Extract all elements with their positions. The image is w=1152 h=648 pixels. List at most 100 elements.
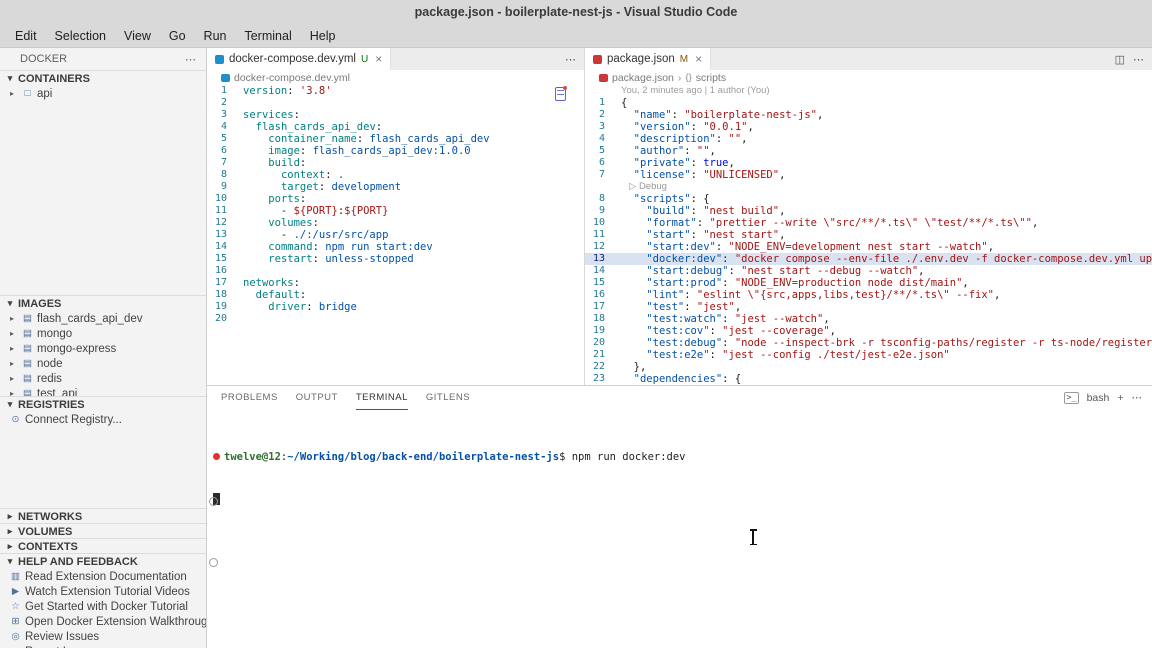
section-containers[interactable]: ▾ CONTAINERS [0,70,206,86]
bottom-panel: PROBLEMS OUTPUT TERMINAL GITLENS >_ bash + … [207,385,1152,648]
section-help-and-feedback[interactable]: ▾ HELP AND FEEDBACK [0,553,206,569]
add-terminal-icon[interactable]: + [1117,392,1123,404]
sidebar-item-report-issue[interactable]: ◈Report Issue [0,644,206,648]
sidebar-item-test-api[interactable]: ▸ ▤ test_api [0,386,206,397]
section-networks[interactable]: ▸ NETWORKS [0,508,206,523]
code-line-16[interactable]: 16 "lint": "eslint \"{src,apps,libs,test… [585,289,1152,301]
section-contexts[interactable]: ▸ CONTEXTS [0,538,206,553]
code-line-6[interactable]: 6 "private": true, [585,157,1152,169]
code-line-22[interactable]: 22 }, [585,361,1152,373]
panel-tab-terminal[interactable]: TERMINAL [355,386,408,410]
breadcrumb-file[interactable]: docker-compose.dev.yml [234,72,350,84]
code-line-12[interactable]: 12 "start:dev": "NODE_ENV=development ne… [585,241,1152,253]
section-images[interactable]: ▾ IMAGES [0,295,206,311]
sidebar-item-api[interactable]: ▸ □ api [0,86,206,101]
more-icon[interactable]: ⋯ [185,53,196,66]
code-line-18[interactable]: 18 default: [207,289,584,301]
sidebar-item-flash-cards-api-dev[interactable]: ▸ ▤ flash_cards_api_dev [0,311,206,326]
code-line-20[interactable]: 20 "test:debug": "node --inspect-brk -r … [585,337,1152,349]
sidebar-item-get-started-with-docker-tutorial[interactable]: ☆ Get Started with Docker Tutorial [0,599,206,614]
menu-help[interactable]: Help [301,24,345,47]
code-line-4[interactable]: 4 flash_cards_api_dev: [207,121,584,133]
panel-tab-output[interactable]: OUTPUT [296,386,338,410]
code-line-11[interactable]: 11 "start": "nest start", [585,229,1152,241]
editor-right-code[interactable]: You, 2 minutes ago | 1 author (You) 1{2 "… [585,85,1152,385]
split-editor-icon[interactable]: ◫ [1115,53,1125,66]
code-line-13[interactable]: 13 - ./:/usr/src/app [207,229,584,241]
code-line-3[interactable]: 3 services: [207,109,584,121]
code-line-8[interactable]: 8 context: . [207,169,584,181]
menu-run[interactable]: Run [195,24,236,47]
code-line-15[interactable]: 15 "start:prod": "NODE_ENV=production no… [585,277,1152,289]
breadcrumb-file[interactable]: package.json [612,72,674,84]
code-line-16[interactable]: 16 [207,265,584,277]
more-icon[interactable]: ⋯ [1132,392,1143,404]
section-registries[interactable]: ▾ REGISTRIES [0,396,206,412]
editor-decoration-icon [555,86,567,101]
section-volumes[interactable]: ▸ VOLUMES [0,523,206,538]
code-line-2[interactable]: 2 "name": "boilerplate-nest-js", [585,109,1152,121]
code-line-12[interactable]: 12 volumes: [207,217,584,229]
code-line-11[interactable]: 11 - ${PORT}:${PORT} [207,205,584,217]
code-line-21[interactable]: 21 "test:e2e": "jest --config ./test/jes… [585,349,1152,361]
code-line-1[interactable]: 1 version: '3.8' [207,85,584,97]
editor-left-code[interactable]: 1 version: '3.8' 2 3 services: 4 flash_cards_… [207,85,584,385]
code-line-10[interactable]: 10 "format": "prettier --write \"src/**/… [585,217,1152,229]
menu-edit[interactable]: Edit [6,24,46,47]
sidebar-item-node[interactable]: ▸ ▤ node [0,356,206,371]
code-line-18[interactable]: 18 "test:watch": "jest --watch", [585,313,1152,325]
code-line-17[interactable]: 17 networks: [207,277,584,289]
code-line-23[interactable]: 23 "dependencies": { [585,373,1152,385]
sidebar-item-redis[interactable]: ▸ ▤ redis [0,371,206,386]
tab-docker-compose[interactable]: docker-compose.dev.yml U × [207,48,392,70]
breadcrumb-symbol[interactable]: scripts [696,72,726,84]
sidebar-item-watch-extension-tutorial-videos[interactable]: ▶ Watch Extension Tutorial Videos [0,584,206,599]
sidebar-item-review-issues[interactable]: ◎ Review Issues [0,629,206,644]
code-line-20[interactable]: 20 [207,313,584,325]
codelens-debug[interactable]: ▷ Debug [585,181,1152,193]
code-line-1[interactable]: 1{ [585,97,1152,109]
panel-tab-problems[interactable]: PROBLEMS [221,386,278,410]
code-line-19[interactable]: 19 "test:cov": "jest --coverage", [585,325,1152,337]
more-icon[interactable]: ⋯ [1133,53,1144,66]
code-line-3[interactable]: 3 "version": "0.0.1", [585,121,1152,133]
code-line-14[interactable]: 14 "start:debug": "nest start --debug --… [585,265,1152,277]
code-line-13[interactable]: 13 "docker:dev": "docker compose --env-f… [585,253,1152,265]
menu-view[interactable]: View [115,24,160,47]
code-line-7[interactable]: 7 "license": "UNLICENSED", [585,169,1152,181]
code-line-9[interactable]: 9 target: development [207,181,584,193]
menu-selection[interactable]: Selection [46,24,115,47]
tab-package-json[interactable]: package.json M × [585,48,712,70]
menu-terminal[interactable]: Terminal [235,24,300,47]
code-line-7[interactable]: 7 build: [207,157,584,169]
close-icon[interactable]: × [375,52,382,66]
sidebar-item-open-docker-extension-walkthrough[interactable]: ⊞ Open Docker Extension Walkthrough [0,614,206,629]
code-line-2[interactable]: 2 [207,97,584,109]
panel-tab-gitlens[interactable]: GITLENS [426,386,470,410]
chevron-down-icon: ▾ [7,298,13,308]
code-line-9[interactable]: 9 "build": "nest build", [585,205,1152,217]
terminal[interactable]: twelve@12:~/Working/blog/back-end/boiler… [207,410,1152,534]
code-line-4[interactable]: 4 "description": "", [585,133,1152,145]
code-line-6[interactable]: 6 image: flash_cards_api_dev:1.0.0 [207,145,584,157]
video-icon: ▶ [11,586,20,597]
code-line-19[interactable]: 19 driver: bridge [207,301,584,313]
more-icon[interactable]: ⋯ [565,53,576,66]
sidebar-item-mongo-express[interactable]: ▸ ▤ mongo-express [0,341,206,356]
code-line-8[interactable]: 8 "scripts": { [585,193,1152,205]
shell-label[interactable]: bash [1087,392,1110,404]
code-line-14[interactable]: 14 command: npm run start:dev [207,241,584,253]
breadcrumb[interactable]: package.json › {} scripts [585,70,1152,85]
code-line-5[interactable]: 5 container_name: flash_cards_api_dev [207,133,584,145]
code-line-5[interactable]: 5 "author": "", [585,145,1152,157]
code-line-17[interactable]: 17 "test": "jest", [585,301,1152,313]
code-line-10[interactable]: 10 ports: [207,193,584,205]
close-icon[interactable]: × [695,52,702,66]
code-line-15[interactable]: 15 restart: unless-stopped [207,253,584,265]
sidebar-item-mongo[interactable]: ▸ ▤ mongo [0,326,206,341]
breadcrumb[interactable]: docker-compose.dev.yml [207,70,584,85]
sidebar-item-connect-registry-[interactable]: ⊙ Connect Registry... [0,412,206,427]
sidebar-title: DOCKER [20,53,68,65]
menu-go[interactable]: Go [160,24,195,47]
sidebar-item-read-extension-documentation[interactable]: ▥ Read Extension Documentation [0,569,206,584]
